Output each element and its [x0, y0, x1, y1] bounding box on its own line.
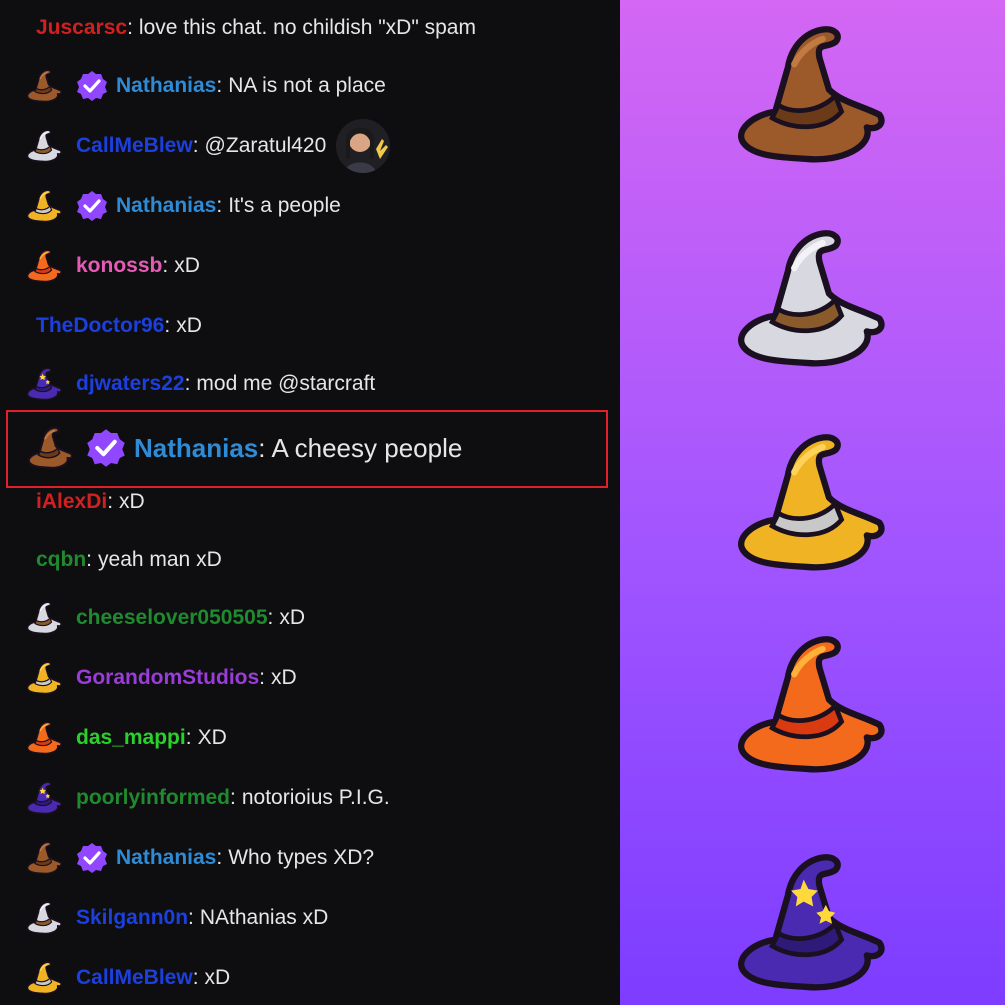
chat-message: cqbn: yeah man xD	[0, 540, 620, 580]
brown-hat-icon	[26, 841, 62, 875]
username[interactable]: GorandomStudios	[76, 666, 259, 690]
colon-separator: :	[216, 74, 223, 97]
message-text: It's a people	[228, 194, 341, 217]
username[interactable]: cheeselover050505	[76, 606, 268, 630]
colon-separator: :	[230, 786, 236, 809]
message-text: NAthanias xD	[199, 906, 329, 929]
colon-separator: :	[192, 966, 199, 989]
username[interactable]: CallMeBlew	[76, 134, 193, 158]
message-text: xD	[204, 966, 231, 989]
colon-separator: :	[162, 254, 169, 277]
username[interactable]: Skilgann0n	[76, 906, 188, 930]
gold-hat-icon	[738, 434, 885, 571]
colon-separator: :	[184, 372, 191, 395]
gold-hat-icon	[26, 189, 62, 223]
gold-hat-icon	[26, 961, 62, 995]
purple-star-hat-icon	[26, 367, 62, 401]
gold-hat-icon	[26, 661, 62, 695]
message-text: xD	[119, 490, 145, 513]
message-text: NA is not a place	[228, 74, 386, 97]
colon-separator: :	[107, 490, 114, 513]
colon-separator: :	[86, 548, 93, 571]
chat-message: Juscarsc: love this chat. no childish "xD…	[0, 8, 620, 48]
chat-message: konossb: xD	[0, 246, 620, 286]
chat-message: TheDoctor96: xD	[0, 306, 620, 346]
username[interactable]: djwaters22	[76, 372, 185, 396]
colon-separator: :	[216, 846, 223, 869]
username[interactable]: das_mappi	[76, 726, 186, 750]
message-text: xD	[279, 606, 306, 629]
white-hat-icon	[26, 901, 62, 935]
colon-separator: :	[192, 134, 199, 157]
fire-hat-icon	[26, 721, 62, 755]
message-text: love this chat. no childish "xD" spam	[138, 16, 476, 39]
chat-message: cheeselover050505: xD	[0, 598, 620, 638]
message-text: xD	[174, 254, 200, 277]
message-text: yeah man xD	[98, 548, 222, 571]
username[interactable]: cqbn	[36, 548, 86, 572]
username[interactable]: poorlyinformed	[76, 786, 230, 810]
chat-message: iAlexDi: xD	[0, 482, 620, 522]
chat-message: Nathanias: Who types XD?	[0, 838, 620, 878]
colon-separator: :	[267, 606, 274, 629]
hats-panel	[620, 0, 1005, 1005]
chat-message: das_mappi: XD	[0, 718, 620, 758]
chat-message: djwaters22: mod me @starcraft	[0, 364, 620, 404]
brown-hat-icon	[738, 26, 885, 163]
waving-woman-emote	[336, 119, 391, 173]
verified-badge-icon	[77, 191, 107, 221]
chat-message: Nathanias: It's a people	[0, 186, 620, 226]
message-text: Who types XD?	[228, 846, 375, 869]
message-text: xD	[176, 314, 202, 337]
colon-separator: :	[188, 906, 194, 929]
verified-badge-icon	[77, 71, 107, 101]
colon-separator: :	[259, 666, 266, 689]
colon-separator: :	[216, 194, 223, 217]
chat-message: poorlyinformed: notorioius P.I.G.	[0, 778, 620, 818]
chat-message: Skilgann0n: NAthanias xD	[0, 898, 620, 938]
username[interactable]: Nathanias	[116, 194, 216, 218]
white-hat-icon	[26, 601, 62, 635]
white-hat-icon	[738, 230, 885, 367]
brown-hat-icon	[26, 69, 62, 103]
username[interactable]: CallMeBlew	[76, 966, 193, 990]
username[interactable]: Juscarsc	[36, 16, 127, 40]
message-text: xD	[271, 666, 297, 689]
message-text: notorioius P.I.G.	[241, 786, 390, 809]
purple-star-hat-icon	[738, 854, 885, 991]
fire-hat-icon	[738, 636, 885, 773]
colon-separator: :	[164, 314, 171, 337]
chat-panel: Juscarsc: love this chat. no childish "xD…	[0, 0, 620, 1005]
chat-message: Nathanias: NA is not a place	[0, 66, 620, 106]
chat-message: CallMeBlew: @Zaratul420	[0, 119, 620, 173]
message-text: mod me @starcraft	[196, 372, 376, 395]
fire-hat-icon	[26, 249, 62, 283]
colon-separator: :	[127, 16, 133, 39]
chat-message: GorandomStudios: xD	[0, 658, 620, 698]
message-text: @Zaratul420	[204, 134, 327, 157]
username[interactable]: TheDoctor96	[36, 314, 164, 338]
purple-star-hat-icon	[26, 781, 62, 815]
username[interactable]: Nathanias	[116, 846, 216, 870]
message-text: XD	[197, 726, 227, 749]
colon-separator: :	[185, 726, 192, 749]
white-hat-icon	[26, 129, 62, 163]
username[interactable]: iAlexDi	[36, 490, 107, 514]
username[interactable]: Nathanias	[116, 74, 216, 98]
highlight-box	[6, 410, 608, 488]
chat-message: CallMeBlew: xD	[0, 958, 620, 998]
verified-badge-icon	[77, 843, 107, 873]
username[interactable]: konossb	[76, 254, 162, 278]
